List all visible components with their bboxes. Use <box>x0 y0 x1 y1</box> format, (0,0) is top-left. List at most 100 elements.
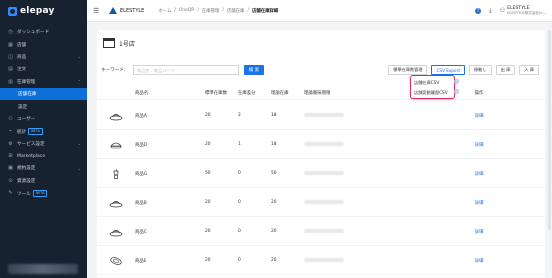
menu-item-stock-history-csv[interactable]: 店舗変動履歴CSV ? <box>414 88 459 98</box>
menu-item-store-stock-csv[interactable]: 店舗在庫CSV ? <box>414 78 459 88</box>
burger-icon <box>97 140 135 150</box>
table-row: 商品G 50 0 50 詳細 <box>97 160 545 188</box>
cell-diff: 2 <box>238 113 241 118</box>
cell-theory: 20 <box>271 229 277 234</box>
sidebar-item-4[interactable]: ▥ 在庫管理 ⌃ <box>0 76 87 88</box>
stats-icon: ⌁ <box>8 128 12 135</box>
sidebar-item-13[interactable]: ✎ ツール BETA <box>0 187 87 199</box>
sidebar-item-label: 規約設定 <box>17 166 36 172</box>
store-name: 1号店 <box>119 40 135 48</box>
sidebar-item-label: ダッシュボード <box>17 30 50 36</box>
marketplace-icon: ⊞ <box>8 153 13 160</box>
brand-logo-icon <box>109 7 117 14</box>
beta-badge: BETA <box>32 189 48 197</box>
logo[interactable]: elepay <box>0 0 87 22</box>
detail-link[interactable]: 詳細 <box>475 114 484 119</box>
sidebar-item-label: 商品 <box>17 54 27 60</box>
breadcrumb-item[interactable]: ホーム <box>158 8 171 14</box>
chevron-icon: ⌄ <box>77 165 81 171</box>
inventory-icon: ▥ <box>8 78 13 85</box>
sidebar-item-0[interactable]: ◷ ダッシュボード <box>0 26 87 38</box>
table-row: 商品D 20 1 18 詳細 <box>97 131 545 159</box>
breadcrumb-item: 店舗在庫詳細 <box>251 8 279 14</box>
help-icon[interactable]: ? <box>475 7 482 14</box>
store-icon <box>103 38 115 48</box>
sidebar-item-label: 注文 <box>17 67 27 73</box>
cell-theory: 18 <box>271 142 277 147</box>
cell-name: 商品E <box>135 258 147 264</box>
csv-export-button[interactable]: CSV Export <box>431 65 465 75</box>
user-menu[interactable]: ⚇ ELESTYLE ELESTYLE株式会社(ir... <box>500 6 546 16</box>
search-row: キーワード: 検 索 標準在庫数管理 CSV Export 移動し 出 庫 入 … <box>101 64 539 76</box>
th-diff: 在庫差分 <box>238 90 256 96</box>
cell-name: 商品D <box>135 142 148 148</box>
search-button[interactable]: 検 索 <box>244 65 264 75</box>
detail-link[interactable]: 詳細 <box>475 143 484 148</box>
cell-expiry-blurred <box>304 199 464 206</box>
sidebar-item-label: 資源設定 <box>17 178 36 184</box>
stock-in-button[interactable]: 入 庫 <box>519 65 539 75</box>
table-row: 商品C 20 0 20 詳細 <box>97 218 545 246</box>
table-header: 商品名 標準在庫数 在庫差分 理論在庫 理論賞味期限 操作 <box>97 86 545 100</box>
standard-stock-button[interactable]: 標準在庫数管理 <box>388 65 428 75</box>
cell-name: 商品A <box>135 113 147 119</box>
cell-expiry-blurred <box>304 141 464 148</box>
help-icon[interactable]: ? <box>454 79 459 84</box>
breadcrumb-item[interactable]: OneQR <box>179 8 194 13</box>
detail-link[interactable]: 詳細 <box>475 172 484 177</box>
tool-icon: ✎ <box>8 190 13 197</box>
sidebar-user-blurred[interactable] <box>8 264 78 274</box>
sidebar-item-label: サービス設定 <box>17 141 45 147</box>
breadcrumb: ホーム / OneQR / 在庫管理 / 店舗在庫 / 店舗在庫詳細 <box>158 8 278 14</box>
cell-name: 商品C <box>135 229 147 235</box>
brand: ELESTYLE <box>109 7 144 14</box>
table-row: 商品B 20 0 20 詳細 <box>97 189 545 217</box>
sidebar-item-10[interactable]: ⊞ Marketplace <box>0 150 87 162</box>
cell-standard: 20 <box>205 113 211 118</box>
detail-link[interactable]: 詳細 <box>475 201 484 206</box>
cell-diff: 0 <box>238 171 241 176</box>
sidebar: elepay ◷ ダッシュボード ▦ 店舗 ◫ 商品 ⌄ ▤ 注文 ▥ 在庫管理 ⌃ 店舗在庫 設定 ⚇ ユー… <box>0 0 87 278</box>
sidebar-item-5[interactable]: 店舗在庫 <box>0 87 87 101</box>
th-action: 操作 <box>474 90 484 96</box>
sidebar-item-9[interactable]: ⚙ サービス設定 ⌄ <box>0 138 87 150</box>
breadcrumb-separator: / <box>247 8 249 13</box>
cell-diff: 0 <box>238 229 241 234</box>
breadcrumb-item[interactable]: 在庫管理 <box>202 8 220 14</box>
cell-standard: 20 <box>205 229 211 234</box>
cell-name: 商品B <box>135 200 147 206</box>
sidebar-item-1[interactable]: ▦ 店舗 <box>0 38 87 50</box>
cell-standard: 20 <box>205 142 211 147</box>
sidebar-item-8[interactable]: ⌁ 統計 BETA <box>0 125 87 137</box>
download-icon[interactable]: ⤓ <box>489 7 492 15</box>
keyword-input[interactable] <box>133 65 239 75</box>
stock-out-button[interactable]: 出 庫 <box>495 65 516 75</box>
th-theory: 理論在庫 <box>271 90 289 96</box>
transfer-button[interactable]: 移動し <box>468 65 492 75</box>
sidebar-item-label: ユーザー <box>17 116 36 122</box>
sidebar-item-2[interactable]: ◫ 商品 ⌄ <box>0 51 87 63</box>
csv-export-menu: 店舗在庫CSV ? 店舗変動履歴CSV ? <box>410 75 459 99</box>
help-icon[interactable]: ? <box>454 89 459 94</box>
detail-link[interactable]: 詳細 <box>475 259 484 264</box>
scrollbar[interactable] <box>548 30 551 230</box>
cell-standard: 20 <box>205 258 211 263</box>
sidebar-item-11[interactable]: ▣ 規約設定 ⌄ <box>0 162 87 174</box>
cell-theory: 50 <box>271 171 277 176</box>
sidebar-item-7[interactable]: ⚇ ユーザー <box>0 113 87 125</box>
cell-standard: 20 <box>205 200 211 205</box>
sidebar-item-6[interactable]: 設定 <box>0 100 87 112</box>
service-icon: ⚙ <box>8 140 13 147</box>
menu-toggle-icon[interactable]: ☰ <box>93 7 103 15</box>
breadcrumb-item[interactable]: 店舗在庫 <box>227 8 245 14</box>
food-plate-icon <box>97 111 135 121</box>
keyword-label: キーワード: <box>101 68 126 73</box>
cell-expiry-blurred <box>304 170 464 177</box>
page-title: 1号店 <box>103 38 135 48</box>
detail-link[interactable]: 詳細 <box>475 230 484 235</box>
sidebar-item-3[interactable]: ▤ 注文 <box>0 63 87 75</box>
cell-name: 商品G <box>135 171 148 177</box>
cell-diff: 0 <box>238 200 241 205</box>
sidebar-item-12[interactable]: ⊙ 資源設定 <box>0 175 87 187</box>
logo-text: elepay <box>20 6 55 16</box>
